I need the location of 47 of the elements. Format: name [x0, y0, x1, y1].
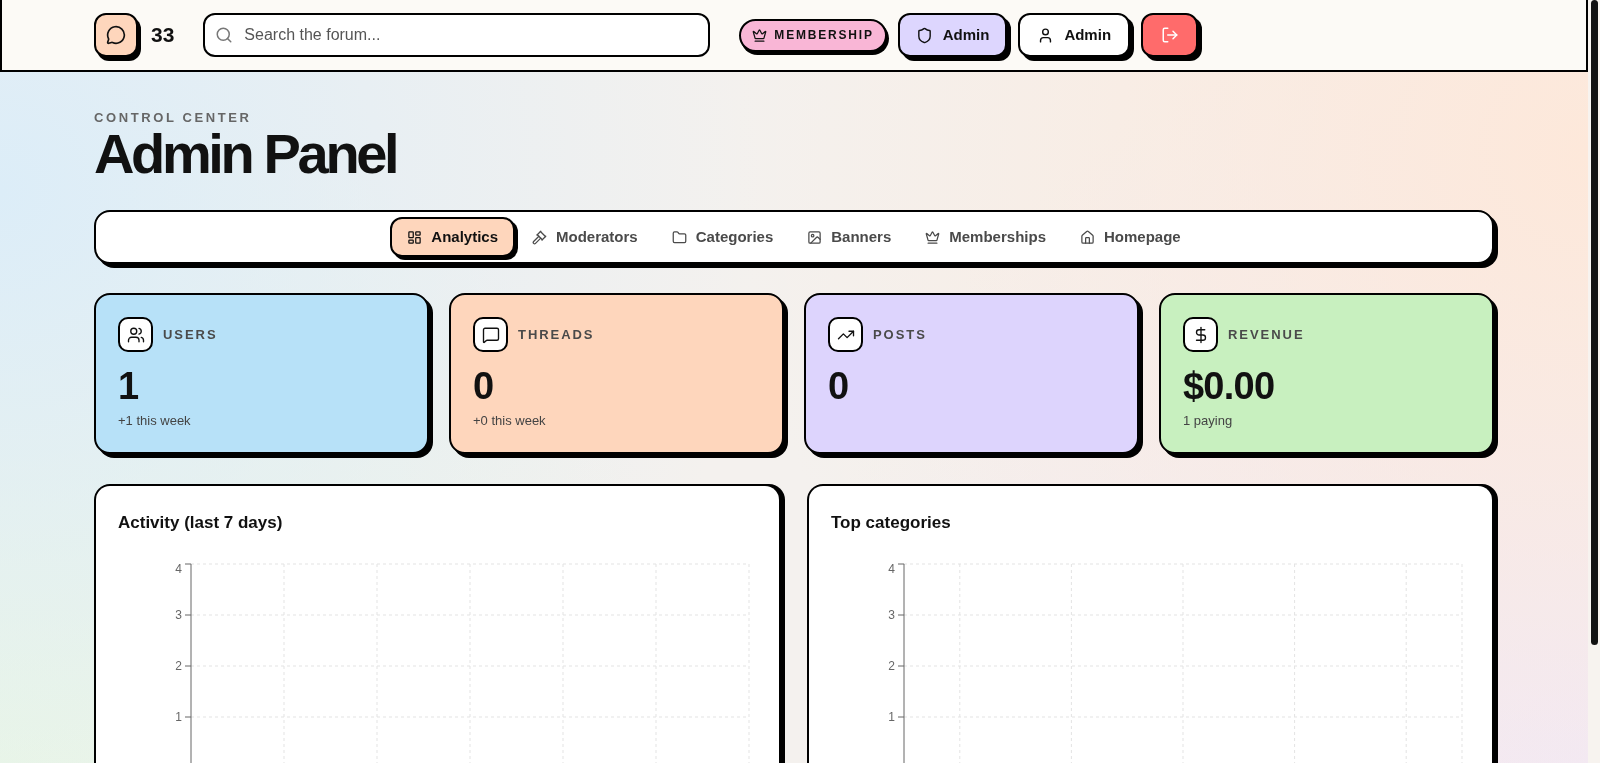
brand-name[interactable]: 33	[151, 19, 175, 51]
stat-value: 1	[118, 364, 139, 408]
dashboard-icon	[407, 229, 423, 245]
stat-label: USERS	[163, 325, 218, 344]
axis-tick-label: 2	[888, 659, 895, 673]
page-title: Admin Panel	[94, 126, 397, 182]
stat-value: 0	[828, 364, 849, 408]
folder-icon	[671, 229, 687, 245]
tab[interactable]: Categories	[654, 217, 791, 257]
page-eyebrow: CONTROL CENTER	[94, 110, 252, 126]
chart-title: Activity (last 7 days)	[118, 512, 283, 534]
stat-value: 0	[473, 364, 494, 408]
axis-tick-label: 1	[888, 710, 895, 724]
crown-icon	[925, 229, 941, 245]
axis-tick-label: 4	[888, 562, 895, 576]
shield-icon	[915, 26, 933, 44]
stat-note: 1 paying	[1183, 412, 1233, 430]
stat-label: THREADS	[518, 325, 595, 344]
axis-tick-label: 1	[175, 710, 182, 724]
stat-label: POSTS	[873, 325, 927, 344]
tab[interactable]: Homepage	[1063, 217, 1198, 257]
house-icon	[1080, 229, 1095, 245]
tab[interactable]: Memberships	[908, 217, 1063, 257]
gavel-icon	[532, 229, 548, 245]
trending-up-icon	[828, 317, 863, 352]
speech-bubble-icon	[473, 317, 508, 352]
crown-icon	[752, 27, 768, 43]
stat-label: REVENUE	[1228, 325, 1305, 344]
stat-note: +1 this week	[118, 412, 191, 430]
image-icon	[807, 229, 823, 245]
tab[interactable]: Analytics	[390, 217, 516, 257]
search-field[interactable]: Search the forum...	[203, 13, 711, 57]
stat-note: +0 this week	[473, 412, 546, 430]
chart-title: Top categories	[831, 512, 951, 534]
axis-tick-label: 2	[175, 659, 182, 673]
axis-tick-label: 3	[175, 608, 182, 622]
search-icon	[215, 26, 234, 44]
axis-tick-label: 3	[888, 608, 895, 622]
users-icon	[118, 317, 153, 352]
tab[interactable]: Moderators	[515, 217, 655, 257]
dollar-icon	[1183, 317, 1218, 352]
axis-tick-label: 4	[175, 562, 182, 576]
scrollbar-thumb[interactable]	[1590, 0, 1598, 645]
membership-button[interactable]: MEMBERSHIP	[739, 18, 887, 52]
tab[interactable]: Banners	[790, 217, 909, 257]
logout-icon	[1160, 26, 1179, 44]
stat-value: $0.00	[1183, 364, 1275, 408]
